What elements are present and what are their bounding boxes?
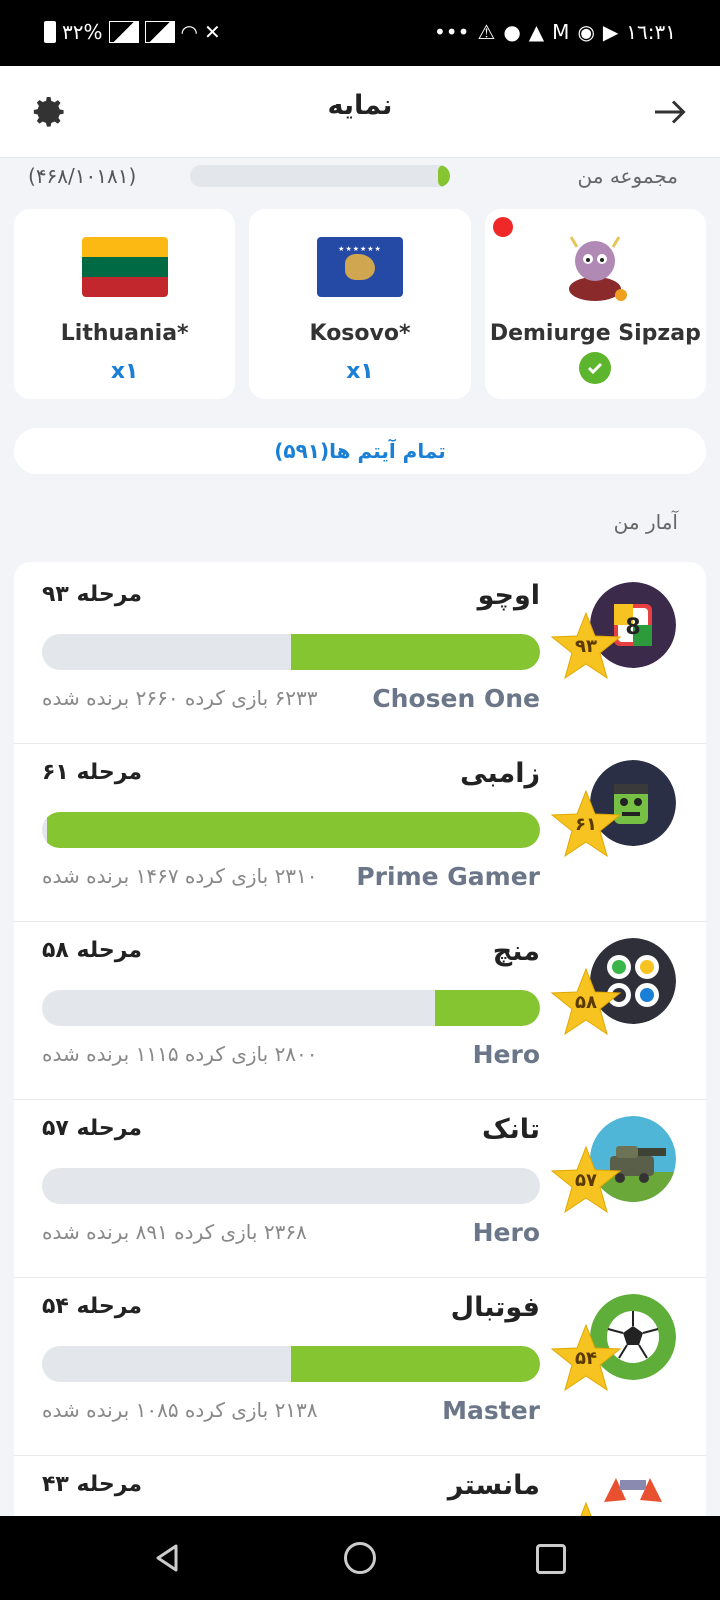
mail-icon: M: [552, 20, 570, 44]
level-star-icon: ۵۷: [550, 1144, 622, 1216]
game-rank: Prime Gamer: [356, 862, 540, 891]
status-bar: ٣٢% ◠ ✕ ••• ⚠ ● ▲ M ◉ ▶ ١٦:٣١: [0, 0, 720, 66]
game-level: مرحله ۵۷: [42, 1116, 143, 1141]
game-progress-bar: [42, 990, 540, 1026]
game-progress-fill: [291, 634, 540, 670]
star-level-value: ۹۳: [575, 636, 597, 657]
game-progress-bar: [42, 1346, 540, 1382]
game-stats-text: ۲۱۳۸ بازی کرده ۱۰۸۵ برنده شده: [42, 1398, 318, 1422]
collection-item-qty: x۱: [346, 359, 374, 384]
game-name: فوتبال: [450, 1292, 540, 1323]
battery-level: ٣٢%: [62, 20, 103, 44]
game-stats-row[interactable]: ۵۴ فوتبال مرحله ۵۴ Master ۲۱۳۸ بازی کرده ۱۰۸…: [14, 1274, 706, 1456]
game-rank: Hero: [472, 1040, 540, 1069]
collection-item-name: Demiurge Sipzap: [489, 321, 701, 346]
collection-card-kosovo[interactable]: ★★★★★★ Kosovo* x۱: [249, 209, 471, 399]
star-level-value: ۵۴: [575, 1348, 597, 1369]
collection-item-qty: x۱: [110, 359, 139, 384]
game-progress-fill: [46, 812, 540, 848]
game-stats-row[interactable]: ۶۱ زامبی مرحله ۶۱ Prime Gamer ۲۳۱۰ بازی کرده…: [14, 740, 706, 922]
game-stats-text: ۲۳۶۸ بازی کرده ۸۹۱ برنده شده: [42, 1220, 307, 1244]
collection-item-name: Lithuania*: [60, 321, 189, 346]
system-nav-bar: [0, 1516, 720, 1600]
level-star-icon: ۵۴: [550, 1322, 622, 1394]
nav-home-icon[interactable]: [344, 1542, 376, 1574]
game-name: مانستر: [447, 1470, 540, 1501]
nav-recent-icon[interactable]: [536, 1544, 566, 1574]
svg-text:8: 8: [625, 615, 640, 640]
game-stats-row[interactable]: 8 ۹۳ اوچو مرحله ۹۳ Chosen One ۶۲۳۳ بازی کرده …: [14, 562, 706, 744]
game-name: اوچو: [477, 580, 540, 611]
stats-list: 8 ۹۳ اوچو مرحله ۹۳ Chosen One ۶۲۳۳ بازی کرده …: [14, 562, 706, 1522]
notification-dot: [492, 217, 513, 237]
mute-icon: ✕: [203, 20, 221, 44]
game-progress-bar: [42, 634, 540, 670]
level-star-icon: ۶۱: [550, 788, 622, 860]
check-icon: [579, 352, 612, 384]
monster-avatar-icon: [569, 236, 628, 301]
collection-label: مجموعه من: [577, 164, 678, 188]
game-stats-text: ۶۲۳۳ بازی کرده ۲۶۶۰ برنده شده: [42, 686, 318, 710]
collection-progress-fill: [438, 165, 450, 187]
collection-item-name: Kosovo*: [309, 321, 411, 346]
game-rank: Hero: [472, 1218, 540, 1247]
game-level: مرحله ۴۳: [42, 1472, 143, 1497]
game-level: مرحله ۶۱: [42, 760, 143, 785]
star-level-value: ۵۸: [575, 992, 597, 1013]
status-left: ٣٢% ◠ ✕: [44, 20, 221, 44]
game-progress-fill: [291, 1346, 540, 1382]
page-title: نمایه: [327, 90, 393, 121]
game-stats-row[interactable]: ۵۷ تانک مرحله ۵۷ Hero ۲۳۶۸ بازی کرده ۸۹۱ برن…: [14, 1096, 706, 1278]
collection-count: (۴۶۸/۱۰۱۸۱): [28, 164, 137, 188]
collection-cards: Demiurge Sipzap ★★★★★★ Kosovo* x۱ Lithua…: [14, 209, 706, 399]
game-level: مرحله ۹۳: [42, 582, 143, 607]
game-stats-row[interactable]: ۴۳مانسترمرحله ۴۳: [14, 1452, 706, 1522]
star-level-value: ۶۱: [575, 814, 597, 835]
lithuania-flag-icon: [81, 237, 168, 297]
mountain-icon: ▲: [528, 20, 545, 44]
wifi-icon: ◠: [180, 20, 198, 44]
play-icon: ▶: [602, 20, 619, 44]
game-rank: Chosen One: [372, 684, 540, 713]
app-icon: ◉: [577, 20, 595, 44]
game-name: زامبی: [460, 758, 540, 789]
level-star-icon: ۵۸: [550, 966, 622, 1038]
collection-card-lithuania[interactable]: Lithuania* x۱: [14, 209, 236, 399]
warning-icon: ⚠: [477, 20, 496, 44]
battery-icon: [44, 21, 56, 43]
stats-label: آمار من: [613, 510, 678, 534]
game-level: مرحله ۵۴: [42, 1294, 143, 1319]
level-star-icon: ۹۳: [550, 610, 622, 682]
clock: ١٦:٣١: [626, 20, 676, 44]
game-progress-fill: [435, 990, 540, 1026]
kosovo-flag-icon: ★★★★★★: [317, 237, 403, 297]
signal-icon-2: [144, 21, 175, 43]
signal-icon: [108, 21, 139, 43]
collection-card-demiurge[interactable]: Demiurge Sipzap: [484, 209, 706, 399]
back-arrow-icon[interactable]: [652, 94, 688, 130]
game-level: مرحله ۵۸: [42, 938, 143, 963]
more-icon: •••: [434, 20, 470, 44]
game-rank: Master: [442, 1396, 540, 1425]
game-stats-text: ۲۳۱۰ بازی کرده ۱۴۶۷ برنده شده: [42, 864, 318, 888]
game-name: منچ: [492, 936, 540, 967]
nav-back-icon[interactable]: [152, 1542, 184, 1574]
game-progress-bar: [42, 1168, 540, 1204]
collection-progress-bar: [190, 165, 450, 187]
game-stats-text: ۲۸۰۰ بازی کرده ۱۱۱۵ برنده شده: [42, 1042, 318, 1066]
all-items-button[interactable]: تمام آیتم ها(۵۹۱): [14, 428, 706, 474]
status-right: ••• ⚠ ● ▲ M ◉ ▶ ١٦:٣١: [434, 20, 676, 44]
game-progress-bar: [42, 812, 540, 848]
game-stats-row[interactable]: ۵۸ منچ مرحله ۵۸ Hero ۲۸۰۰ بازی کرده ۱۱۱۵ برن…: [14, 918, 706, 1100]
game-name: تانک: [481, 1114, 540, 1145]
star-level-value: ۵۷: [575, 1170, 597, 1191]
bag-icon: ●: [503, 20, 521, 44]
app-header: نمایه: [0, 66, 720, 158]
